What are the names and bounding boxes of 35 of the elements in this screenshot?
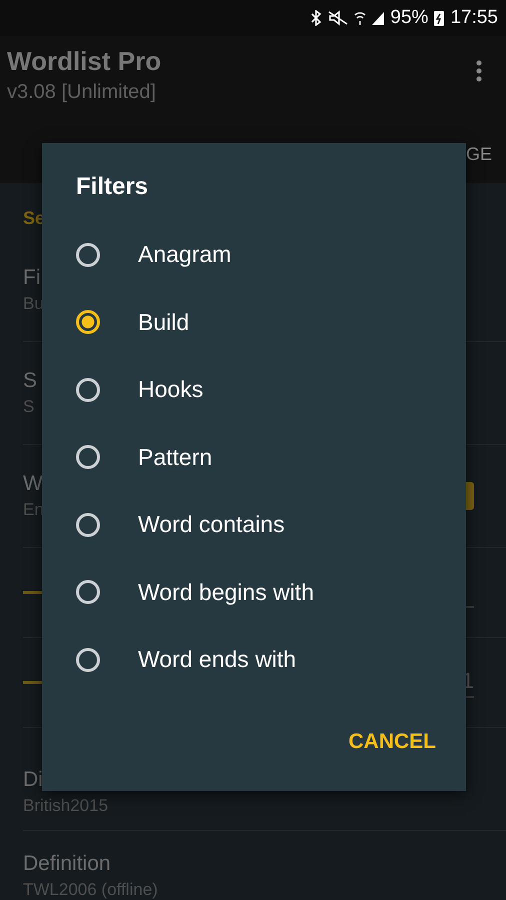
setting-summary: S [23, 396, 36, 418]
battery-icon [433, 9, 446, 27]
signal-icon [371, 10, 386, 26]
radio-button[interactable] [76, 648, 100, 672]
option-label[interactable]: Word ends with [138, 646, 296, 674]
battery-level: 95% [390, 7, 428, 29]
setting-summary: TWL2006 (offline) [23, 879, 158, 900]
radio-button[interactable] [76, 445, 100, 470]
dialog-title: Filters [76, 173, 150, 201]
app-title: Wordlist Pro [7, 46, 162, 76]
option-label[interactable]: Pattern [138, 444, 212, 471]
wifi-icon [354, 10, 366, 26]
option-label[interactable]: Anagram [138, 241, 232, 268]
clock-time: 17:55 [450, 7, 498, 29]
setting-title: S [23, 368, 38, 394]
radio-button[interactable] [76, 310, 100, 334]
option-label[interactable]: Hooks [138, 376, 204, 404]
setting-summary: British2015 [23, 795, 108, 817]
radio-button[interactable] [76, 378, 100, 402]
app-subtitle: v3.08 [Unlimited] [7, 80, 157, 105]
setting-title: Fi [23, 265, 42, 291]
option-label[interactable]: Word begins with [138, 578, 314, 606]
setting-title: Di [23, 767, 44, 793]
mute-icon [327, 10, 350, 26]
radio-button[interactable] [76, 512, 100, 537]
setting-title: W [23, 471, 44, 497]
option-label[interactable]: Word contains [138, 511, 285, 538]
setting-title: Definition [23, 851, 112, 877]
overflow-menu-icon [476, 60, 482, 82]
option-label[interactable]: Build [138, 308, 190, 336]
cancel-button[interactable]: CANCEL [348, 724, 436, 760]
radio-button[interactable] [76, 242, 100, 267]
bluetooth-icon [310, 10, 322, 26]
radio-button[interactable] [76, 580, 100, 604]
tab[interactable]: GE [466, 144, 492, 165]
